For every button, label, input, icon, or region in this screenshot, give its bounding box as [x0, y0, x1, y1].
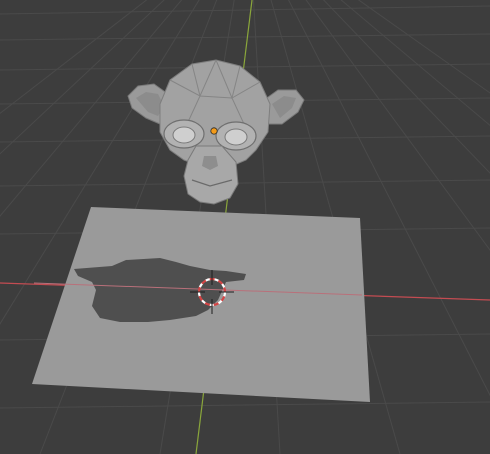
origin-marker[interactable] — [210, 127, 218, 135]
muzzle — [183, 145, 239, 205]
3d-viewport[interactable] — [0, 0, 490, 454]
left-eye-inner — [172, 126, 196, 144]
viewport-canvas[interactable] — [0, 0, 490, 454]
right-eye-inner — [224, 128, 248, 146]
